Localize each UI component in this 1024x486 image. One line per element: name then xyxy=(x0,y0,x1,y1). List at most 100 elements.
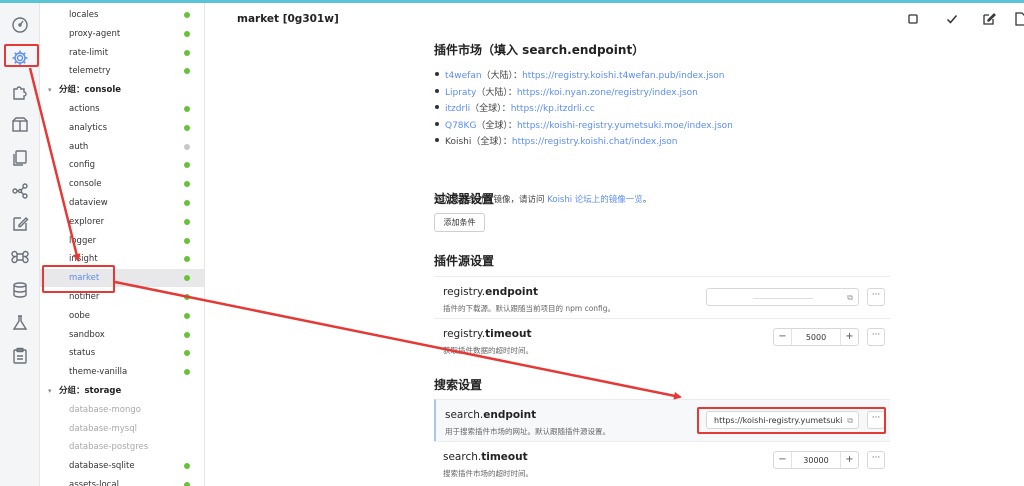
mirror-item: Koishi（全球）：https://registry.koishi.chat/… xyxy=(434,134,678,147)
stop-square-icon[interactable] xyxy=(906,12,920,26)
edit-icon[interactable] xyxy=(11,215,29,233)
tree-item[interactable]: auth xyxy=(40,138,204,156)
tree-item[interactable]: logger xyxy=(40,232,204,250)
tree-group[interactable]: ▾ 分组：console xyxy=(40,81,204,99)
status-dot xyxy=(184,30,190,37)
tree-item[interactable]: assets-local xyxy=(40,476,204,486)
tree-item-label: auth xyxy=(69,141,89,152)
tree-item[interactable]: status xyxy=(40,344,204,362)
status-dot xyxy=(184,68,190,75)
mirror-name[interactable]: Lipraty xyxy=(445,88,476,98)
tree-item[interactable]: oobe xyxy=(40,307,204,325)
more-options-button[interactable]: ··· xyxy=(867,328,885,346)
registry-endpoint-input[interactable]: ⧉ xyxy=(706,288,859,306)
search-timeout-stepper: − 30000 + xyxy=(773,451,859,469)
market-heading: 插件市场（填入 search.endpoint） xyxy=(434,43,645,57)
mirror-name[interactable]: itzdrli xyxy=(445,104,470,114)
command-icon[interactable] xyxy=(11,248,29,266)
status-dot xyxy=(184,200,190,206)
tree-item[interactable]: rate-limit xyxy=(40,44,204,62)
status-dot xyxy=(184,463,190,470)
increment-button[interactable]: + xyxy=(840,452,858,468)
tree-item-label: logger xyxy=(69,235,97,246)
search-timeout-value[interactable]: 30000 xyxy=(792,456,840,465)
mirror-url[interactable]: https://registry.koishi.chat/index.json xyxy=(512,137,678,147)
tree-item[interactable]: analytics xyxy=(40,119,204,137)
tree-item[interactable]: theme-vanilla xyxy=(40,363,204,381)
tree-item[interactable]: actions xyxy=(40,100,204,118)
tree-item[interactable]: database-mysql xyxy=(40,420,204,438)
check-icon[interactable] xyxy=(945,12,959,26)
database-icon[interactable] xyxy=(11,281,29,299)
annotation-box-search-endpoint xyxy=(697,407,886,434)
setting-name: search.timeout xyxy=(443,451,528,463)
tree-item-label: config xyxy=(69,160,96,171)
mirror-name[interactable]: t4wefan xyxy=(445,71,482,81)
tree-item[interactable]: database-postgres xyxy=(40,438,204,456)
status-dot xyxy=(184,294,190,300)
edit-icon[interactable] xyxy=(982,12,996,26)
tree-group[interactable]: ▾ 分组：storage xyxy=(40,382,204,400)
tree-item[interactable]: console xyxy=(40,175,204,193)
tree-item[interactable]: telemetry xyxy=(40,62,204,80)
mirror-list-link[interactable]: Koishi 论坛上的镜像一览 xyxy=(547,195,643,205)
files-icon[interactable] xyxy=(11,149,29,167)
setting-desc: 插件的下载源。默认跟随当前项目的 npm config。 xyxy=(443,304,616,313)
tree-item[interactable]: locales xyxy=(40,6,204,24)
external-link-icon[interactable]: ⧉ xyxy=(847,293,853,303)
plugin-tree: locales proxy-agent rate-limit telemetry ▾ 分组… xyxy=(40,3,205,486)
mirror-item: Q78KG（全球）：https://koishi-registry.yumets… xyxy=(435,118,733,131)
registry-timeout-value[interactable]: 5000 xyxy=(792,333,840,342)
tree-item[interactable]: database-mongo xyxy=(40,401,204,419)
mirror-url[interactable]: https://koishi-registry.yumetsuki.moe/in… xyxy=(517,121,733,131)
more-options-button[interactable]: ··· xyxy=(867,451,885,469)
mirror-item: Lipraty（大陆）：https://koi.nyan.zone/regist… xyxy=(435,85,698,98)
flask-icon[interactable] xyxy=(11,314,29,332)
decrement-button[interactable]: − xyxy=(774,329,792,345)
page-title: market [0g301w] xyxy=(237,13,339,25)
caret-down-icon[interactable]: ▾ xyxy=(48,81,52,99)
box-icon[interactable] xyxy=(11,116,29,134)
status-dot xyxy=(184,256,190,263)
mirror-item: t4wefan（大陆）：https://registry.koishi.t4we… xyxy=(435,68,725,81)
puzzle-icon[interactable] xyxy=(11,83,29,101)
more-options-button[interactable]: ··· xyxy=(867,288,885,306)
tree-item[interactable]: config xyxy=(40,156,204,174)
status-dot xyxy=(184,49,190,56)
tree-item-label: sandbox xyxy=(69,329,105,340)
tree-item[interactable]: proxy-agent xyxy=(40,25,204,43)
tree-item-label: theme-vanilla xyxy=(69,367,128,378)
tree-item-label: explorer xyxy=(69,216,105,227)
mirror-region: （大陆）： xyxy=(481,71,523,81)
mirror-name[interactable]: Q78KG xyxy=(445,121,476,131)
clipboard-icon[interactable] xyxy=(11,347,29,365)
setting-desc: 获取插件数据的超时时间。 xyxy=(443,346,533,355)
top-accent-line xyxy=(0,0,1024,3)
add-condition-button[interactable]: 添加条件 xyxy=(434,213,485,232)
mirror-url[interactable]: https://registry.koishi.t4wefan.pub/inde… xyxy=(522,71,724,81)
tree-item-label: status xyxy=(69,348,96,359)
mirror-url[interactable]: https://koi.nyan.zone/registry/index.jso… xyxy=(517,88,698,98)
network-icon[interactable] xyxy=(11,182,29,200)
tree-item[interactable]: explorer xyxy=(40,213,204,231)
search-heading: 搜索设置 xyxy=(434,378,483,392)
status-dot xyxy=(184,312,190,319)
tree-item-label: 分组：console xyxy=(59,85,122,96)
tree-item-label: dataview xyxy=(69,198,108,208)
status-dot xyxy=(184,331,190,338)
dashboard-icon[interactable] xyxy=(11,16,29,34)
tree-item[interactable]: sandbox xyxy=(40,326,204,344)
setting-desc: 搜索插件市场的超时时间。 xyxy=(443,469,533,478)
decrement-button[interactable]: − xyxy=(774,452,792,468)
file-icon[interactable] xyxy=(1013,12,1024,26)
setting-desc: 用于搜索插件市场的网址。默认跟随插件源设置。 xyxy=(445,427,610,436)
tree-item[interactable]: database-sqlite xyxy=(40,457,204,475)
mirror-url[interactable]: https://kp.itzdrli.cc xyxy=(511,104,595,114)
caret-down-icon[interactable]: ▾ xyxy=(48,382,52,400)
increment-button[interactable]: + xyxy=(840,329,858,345)
setting-registry-timeout: registry.timeout 获取插件数据的超时时间。 − 5000 + ·… xyxy=(434,318,890,360)
status-dot xyxy=(184,275,190,282)
mirror-region: （大陆）： xyxy=(476,87,517,98)
tree-item-label: database-mysql xyxy=(69,423,137,434)
tree-item[interactable]: dataview xyxy=(40,194,204,212)
